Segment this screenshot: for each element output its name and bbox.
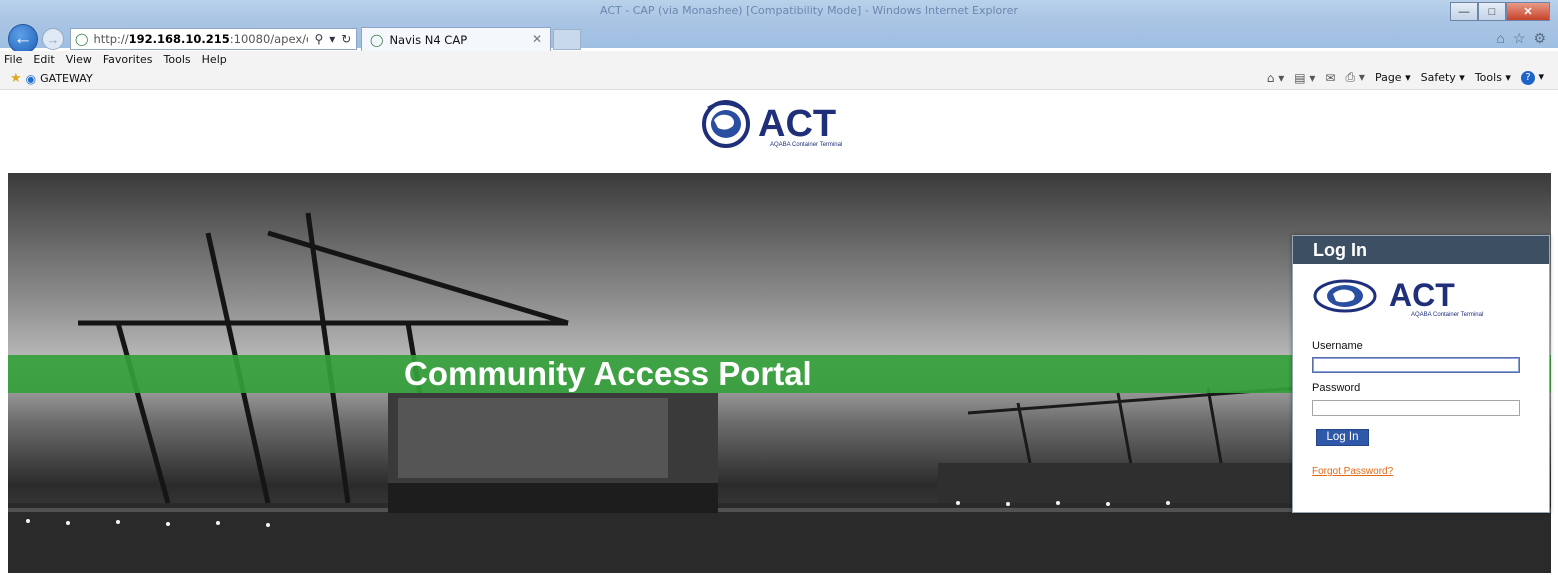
chevron-down-icon[interactable]: ▾	[329, 32, 335, 46]
ie-page-icon: ◉	[25, 71, 37, 86]
help-button[interactable]: ? ▾	[1520, 70, 1544, 85]
tab-navis-n4-cap[interactable]: ◯ Navis N4 CAP ✕	[361, 27, 551, 51]
page-icon: ◯	[370, 32, 384, 47]
menu-edit[interactable]: Edit	[33, 53, 54, 66]
mail-icon[interactable]: ✉	[1325, 71, 1335, 85]
help-icon: ?	[1520, 71, 1535, 85]
act-logo: ACT AQABA Container Terminal	[1313, 277, 1483, 318]
gear-icon[interactable]: ⚙	[1533, 30, 1546, 47]
page-icon: ◯	[75, 32, 89, 46]
new-tab-button[interactable]	[553, 29, 581, 50]
logo-subtext: AQABA Container Terminal	[1411, 312, 1483, 318]
username-field[interactable]	[1312, 357, 1520, 373]
menu-view[interactable]: View	[66, 53, 92, 66]
password-label: Password	[1312, 382, 1361, 394]
star-icon[interactable]: ☆	[1513, 30, 1526, 47]
forward-button[interactable]: →	[42, 28, 64, 50]
browser-title-bar: ACT - CAP (via Monashee) [Compatibility …	[0, 0, 1558, 54]
favorites-star-icon[interactable]: ★	[10, 71, 22, 86]
login-button[interactable]: Log In	[1316, 429, 1369, 446]
arrow-right-icon: →	[46, 31, 60, 47]
login-title: Log In	[1293, 236, 1549, 264]
command-tools[interactable]: Tools ▾	[1475, 71, 1511, 84]
menu-tools[interactable]: Tools	[164, 53, 191, 66]
portal-title: Community Access Portal	[404, 355, 812, 392]
logo-text: ACT	[758, 103, 836, 145]
login-panel: Log In ACT AQABA Container Terminal User…	[1292, 235, 1550, 513]
act-logo: ACT AQABA Container Terminal	[702, 100, 842, 148]
maximize-button[interactable]: □	[1478, 2, 1506, 21]
command-bar: ⌂ ▾ ▤ ▾ ✉ ⎙ ▾ Page ▾ Safety ▾ Tools ▾ ? …	[1267, 70, 1544, 85]
browser-toolbar-icons: ⌂ ☆ ⚙	[1496, 30, 1546, 47]
window-title: ACT - CAP (via Monashee) [Compatibility …	[600, 4, 1018, 17]
url-text[interactable]: http://192.168.10.215:10080/apex/cap.n	[93, 32, 308, 46]
home-icon[interactable]: ⌂	[1496, 30, 1504, 47]
arrow-left-icon: ←	[13, 28, 33, 49]
forgot-password-link[interactable]: Forgot Password?	[1312, 466, 1393, 477]
close-window-button[interactable]: ✕	[1506, 2, 1550, 21]
menu-bar: File Edit View Favorites Tools Help	[0, 51, 1558, 68]
back-button[interactable]: ←	[8, 24, 38, 54]
logo-text: ACT	[1389, 277, 1455, 313]
favorite-gateway-link[interactable]: GATEWAY	[40, 72, 93, 85]
menu-file[interactable]: File	[4, 53, 22, 66]
home-icon[interactable]: ⌂ ▾	[1267, 71, 1284, 85]
print-icon[interactable]: ⎙ ▾	[1345, 70, 1364, 85]
window-controls: — □ ✕	[1450, 2, 1550, 21]
logo-subtext: AQABA Container Terminal	[770, 142, 842, 148]
menu-favorites[interactable]: Favorites	[103, 53, 153, 66]
minimize-button[interactable]: —	[1450, 2, 1478, 21]
search-icon[interactable]: ⚲	[314, 32, 323, 46]
username-label: Username	[1312, 340, 1363, 352]
close-tab-icon[interactable]: ✕	[532, 32, 542, 46]
tab-title: Navis N4 CAP	[389, 32, 468, 47]
menu-help[interactable]: Help	[202, 53, 227, 66]
password-field[interactable]	[1312, 400, 1520, 416]
command-safety[interactable]: Safety ▾	[1421, 71, 1465, 84]
refresh-icon[interactable]: ↻	[341, 32, 351, 46]
address-bar[interactable]: ◯ http://192.168.10.215:10080/apex/cap.n…	[70, 28, 357, 50]
command-page[interactable]: Page ▾	[1375, 71, 1411, 84]
feeds-icon[interactable]: ▤ ▾	[1294, 71, 1315, 85]
